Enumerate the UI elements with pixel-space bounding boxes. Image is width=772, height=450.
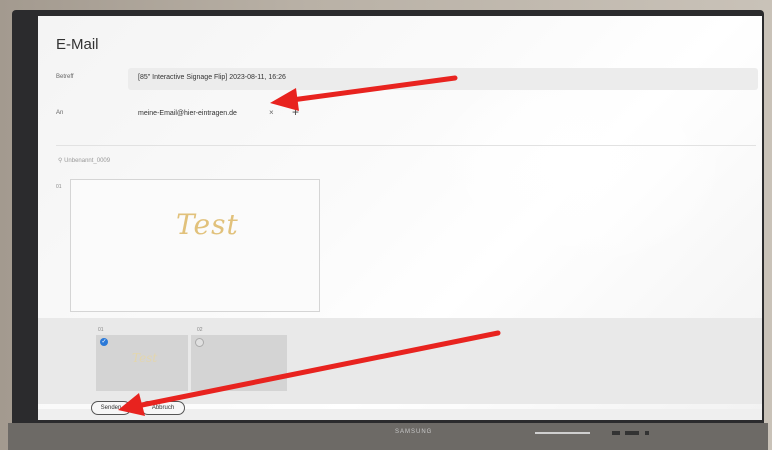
annotation-arrow-to-recipient bbox=[270, 75, 458, 111]
annotation-arrows bbox=[118, 75, 501, 416]
annotation-arrow-to-send bbox=[118, 330, 501, 416]
